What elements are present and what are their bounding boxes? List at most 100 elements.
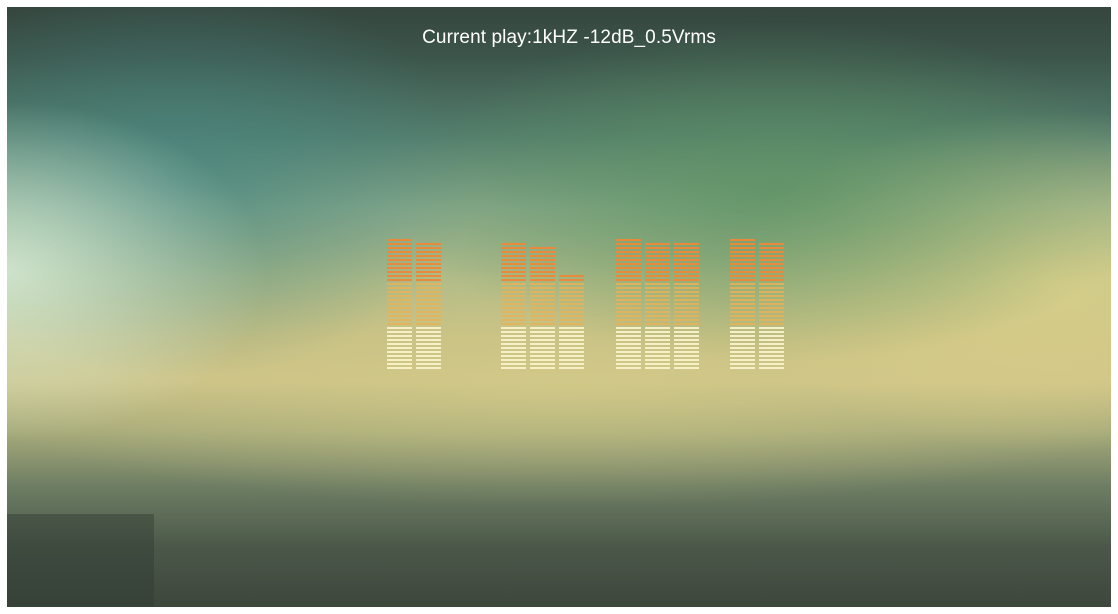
- level-segment: [530, 274, 555, 277]
- level-segment: [645, 282, 670, 285]
- level-segment: [759, 366, 784, 369]
- level-segment: [416, 270, 441, 273]
- level-segment: [530, 302, 555, 305]
- level-segment: [501, 298, 526, 301]
- level-segment: [387, 278, 412, 281]
- level-segment: [730, 242, 755, 245]
- level-segment: [645, 342, 670, 345]
- level-segment: [387, 242, 412, 245]
- level-segment: [759, 342, 784, 345]
- level-segment: [730, 290, 755, 293]
- level-segment: [387, 342, 412, 345]
- level-segment: [530, 246, 555, 249]
- level-segment: [759, 258, 784, 261]
- level-segment: [416, 310, 441, 313]
- level-segment: [416, 306, 441, 309]
- level-segment: [616, 238, 641, 241]
- level-segment: [645, 286, 670, 289]
- level-segment: [730, 310, 755, 313]
- level-bar: [559, 271, 584, 369]
- level-segment: [616, 362, 641, 365]
- level-segment: [501, 286, 526, 289]
- level-segment: [501, 242, 526, 245]
- level-segment: [759, 246, 784, 249]
- level-segment: [759, 270, 784, 273]
- level-segment: [645, 326, 670, 329]
- level-segment: [645, 262, 670, 265]
- level-segment: [730, 298, 755, 301]
- level-segment: [387, 314, 412, 317]
- level-segment: [674, 318, 699, 321]
- level-segment: [645, 250, 670, 253]
- level-segment: [759, 354, 784, 357]
- level-segment: [759, 278, 784, 281]
- level-segment: [616, 286, 641, 289]
- level-segment: [387, 346, 412, 349]
- level-segment: [645, 318, 670, 321]
- level-segment: [559, 306, 584, 309]
- level-segment: [730, 274, 755, 277]
- level-segment: [416, 254, 441, 257]
- level-segment: [387, 338, 412, 341]
- level-segment: [501, 362, 526, 365]
- level-segment: [616, 326, 641, 329]
- level-segment: [674, 266, 699, 269]
- level-segment: [730, 326, 755, 329]
- level-segment: [501, 262, 526, 265]
- level-segment: [674, 294, 699, 297]
- level-segment: [674, 250, 699, 253]
- level-segment: [616, 330, 641, 333]
- level-segment: [416, 242, 441, 245]
- level-segment: [730, 306, 755, 309]
- level-segment: [645, 294, 670, 297]
- level-segment: [674, 270, 699, 273]
- level-segment: [559, 366, 584, 369]
- level-segment: [559, 298, 584, 301]
- level-segment: [416, 346, 441, 349]
- level-segment: [530, 306, 555, 309]
- level-segment: [616, 302, 641, 305]
- level-segment: [616, 254, 641, 257]
- level-segment: [645, 346, 670, 349]
- level-segment: [530, 342, 555, 345]
- level-segment: [559, 274, 584, 277]
- level-segment: [416, 326, 441, 329]
- level-segment: [387, 362, 412, 365]
- level-segment: [674, 286, 699, 289]
- level-segment: [387, 330, 412, 333]
- level-segment: [616, 338, 641, 341]
- level-segment: [387, 298, 412, 301]
- level-segment: [759, 358, 784, 361]
- level-segment: [616, 354, 641, 357]
- level-segment: [501, 346, 526, 349]
- level-segment: [387, 302, 412, 305]
- level-segment: [674, 306, 699, 309]
- level-segment: [674, 334, 699, 337]
- level-segment: [559, 362, 584, 365]
- level-segment: [559, 326, 584, 329]
- level-segment: [387, 238, 412, 241]
- level-segment: [645, 354, 670, 357]
- level-segment: [674, 330, 699, 333]
- level-segment: [674, 242, 699, 245]
- level-segment: [759, 330, 784, 333]
- level-segment: [530, 346, 555, 349]
- level-segment: [416, 358, 441, 361]
- level-segment: [645, 274, 670, 277]
- level-segment: [645, 266, 670, 269]
- level-segment: [674, 262, 699, 265]
- level-segment: [616, 262, 641, 265]
- level-segment: [501, 334, 526, 337]
- level-segment: [674, 366, 699, 369]
- level-segment: [759, 242, 784, 245]
- level-segment: [730, 346, 755, 349]
- level-segment: [530, 314, 555, 317]
- level-segment: [730, 302, 755, 305]
- level-segment: [616, 250, 641, 253]
- level-segment: [559, 278, 584, 281]
- level-segment: [501, 330, 526, 333]
- level-segment: [501, 314, 526, 317]
- level-segment: [730, 294, 755, 297]
- level-segment: [387, 270, 412, 273]
- level-segment: [616, 366, 641, 369]
